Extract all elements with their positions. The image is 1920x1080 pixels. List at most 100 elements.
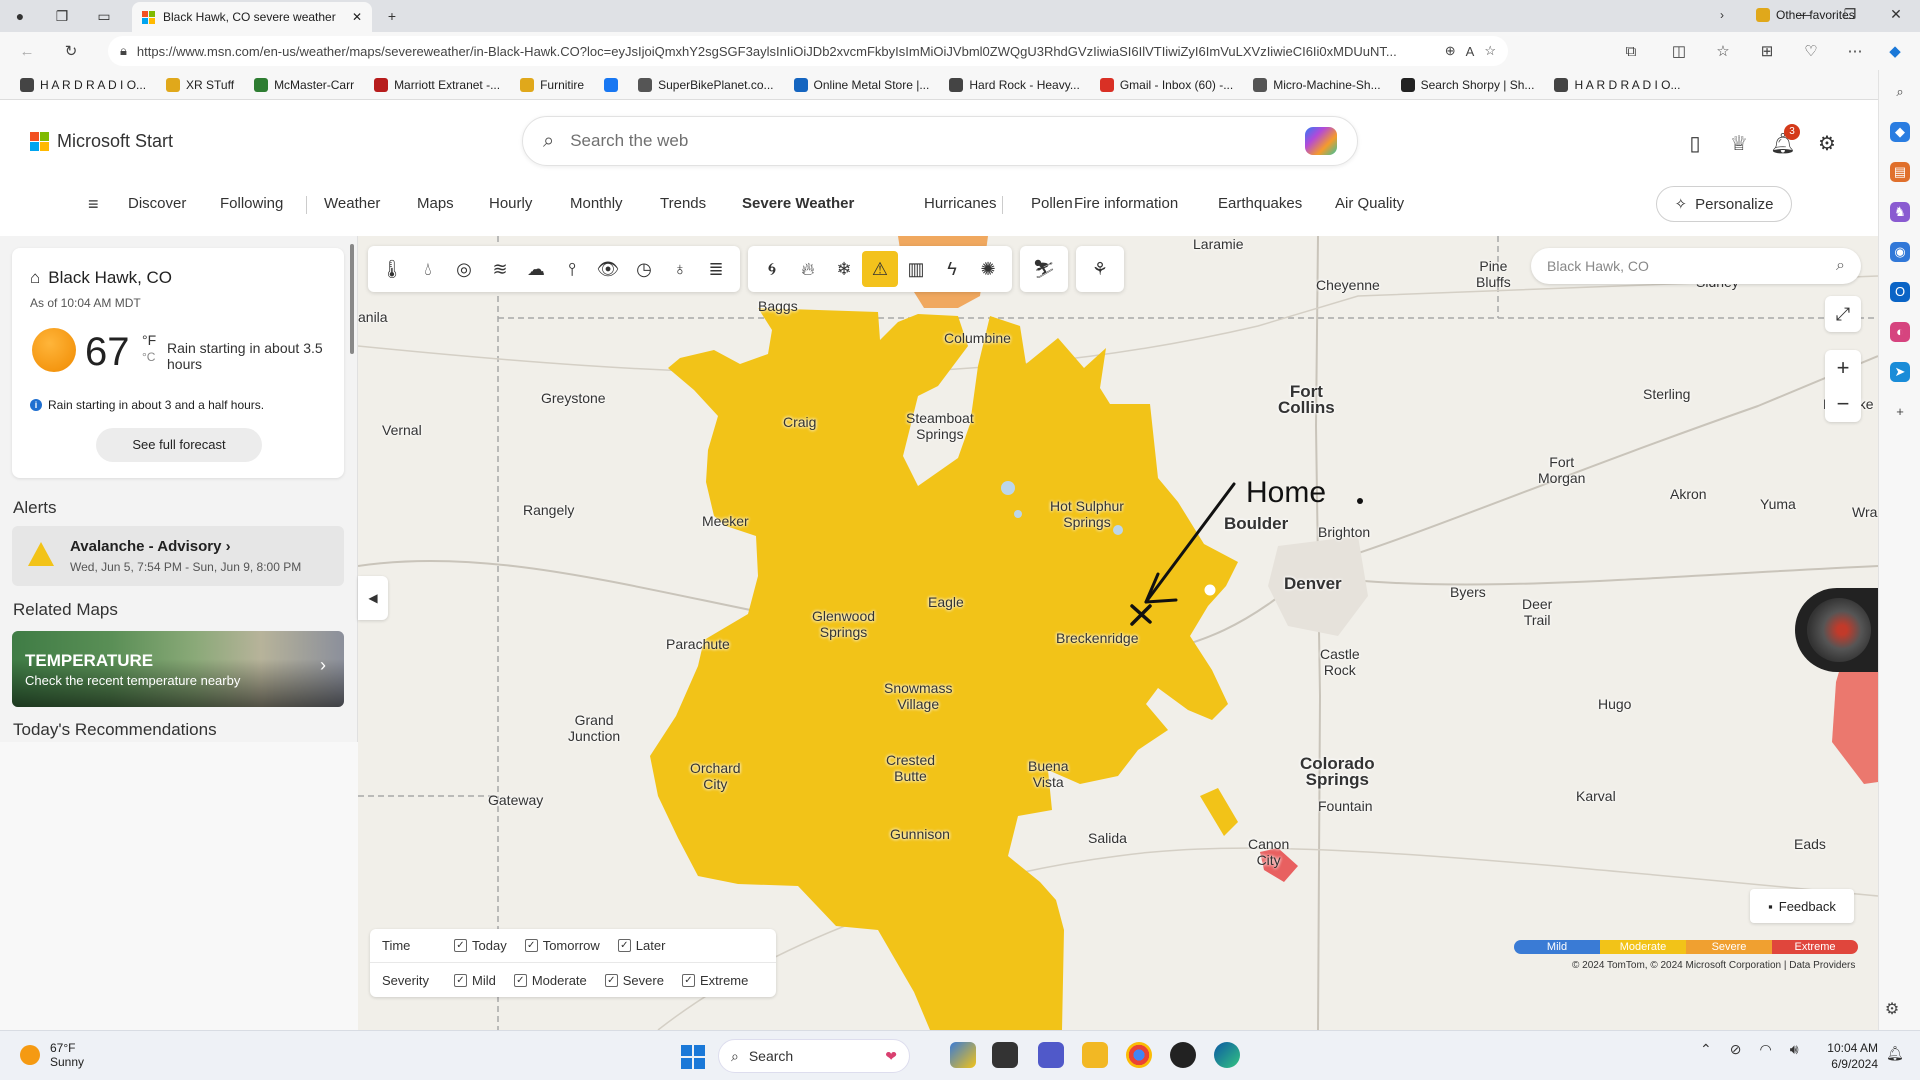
favorite-item[interactable]: Online Metal Store |... (786, 77, 938, 92)
time-later-checkbox[interactable]: ✓ Later (617, 938, 665, 953)
wind-layer-icon[interactable]: ≋ (482, 251, 518, 287)
sidebar-shopping-icon[interactable]: ◆ (1890, 122, 1910, 142)
url-field[interactable]: 🔒︎ https://www.msn.com/en-us/weather/map… (108, 36, 1508, 66)
feedback-button[interactable]: ▪ Feedback (1750, 889, 1854, 923)
browser-essentials-icon[interactable]: ♡ (1800, 41, 1822, 63)
new-tab-icon[interactable]: + (382, 6, 402, 26)
tray-wifi-icon[interactable]: ◠ (1759, 1041, 1771, 1058)
nav-item-monthly[interactable]: Monthly (570, 195, 623, 212)
sidebar-add-icon[interactable]: + (1890, 402, 1910, 422)
tab-actions-icon[interactable]: ▭ (94, 6, 114, 26)
nav-item-following[interactable]: Following (220, 195, 283, 212)
taskbar-file-explorer-icon[interactable] (1082, 1042, 1108, 1068)
fire-layer-icon[interactable]: 🔥︎ (790, 251, 826, 287)
sidebar-search-icon[interactable]: ⌕ (1890, 82, 1910, 102)
sidebar-designer-icon[interactable]: ◐ (1890, 322, 1910, 342)
tray-network-off-icon[interactable]: ⊘ (1730, 1041, 1742, 1058)
hurricane-layer-icon[interactable]: 🌀︎ (754, 251, 790, 287)
pressure-layer-icon[interactable]: ◷ (626, 251, 662, 287)
web-search-input[interactable] (570, 131, 1289, 151)
nav-item-earthquakes[interactable]: Earthquakes (1218, 195, 1302, 212)
severity-extreme-checkbox[interactable]: ✓ Extreme (681, 973, 748, 988)
page-settings-gear-icon[interactable]: ⚙ (1880, 998, 1904, 1022)
temperature-map-card[interactable]: TEMPERATURE Check the recent temperature… (12, 631, 344, 707)
browser-tab-active[interactable]: Black Hawk, CO severe weather ✕ (132, 2, 372, 32)
ski-layer-icon[interactable]: ⛷︎ (1026, 251, 1062, 287)
collections-icon[interactable]: ⊞ (1756, 41, 1778, 63)
personalize-button[interactable]: ✧ Personalize (1656, 186, 1792, 222)
sidebar-office-icon[interactable]: ◉ (1890, 242, 1910, 262)
taskbar-clock[interactable]: 10:04 AM 6/9/2024 (1820, 1040, 1878, 1072)
back-icon[interactable]: ← (16, 41, 38, 63)
fullscreen-icon[interactable]: ⤢ (1825, 296, 1861, 332)
taskbar-notification-icon[interactable]: 🔔︎ (1886, 1045, 1904, 1062)
favorite-item[interactable]: XR STuff (158, 77, 242, 92)
close-tab-icon[interactable]: ✕ (352, 10, 362, 24)
workspaces-icon[interactable]: ❐ (52, 6, 72, 26)
precipitation-layer-icon[interactable]: 💧︎ (410, 251, 446, 287)
favorite-item[interactable]: Search Shorpy | Sh... (1393, 77, 1543, 92)
radar-layer-icon[interactable]: ◎ (446, 251, 482, 287)
map-search-input[interactable] (1547, 258, 1837, 274)
zoom-icon[interactable]: ⊕ (1445, 43, 1456, 59)
taskbar-weather-widget[interactable]: 67°F Sunny (20, 1041, 84, 1069)
other-favorites-folder[interactable]: Other favorites (1756, 0, 1855, 30)
extensions-icon[interactable]: ⧉ (1620, 41, 1642, 63)
time-tomorrow-checkbox[interactable]: ✓ Tomorrow (524, 938, 600, 953)
copilot-sidebar-icon[interactable]: ◆ (1884, 41, 1906, 63)
black-hawk-marker[interactable] (1201, 581, 1219, 599)
taskbar-copilot-icon[interactable] (950, 1042, 976, 1068)
split-screen-icon[interactable]: ◫ (1668, 41, 1690, 63)
more-menu-icon[interactable]: ⋯ (1844, 41, 1866, 63)
agriculture-layer-icon[interactable]: ⚘ (1082, 251, 1118, 287)
severity-moderate-checkbox[interactable]: ✓ Moderate (513, 973, 587, 988)
severity-mild-checkbox[interactable]: ✓ Mild (454, 973, 496, 988)
favorite-item[interactable]: H A R D R A D I O... (1546, 77, 1688, 92)
location-name[interactable]: ⌂ Black Hawk, CO (30, 268, 172, 288)
taskbar-search-box[interactable]: ⌕ Search ❤ (718, 1039, 910, 1073)
nav-item-hourly[interactable]: Hourly (489, 195, 532, 212)
taskbar-edge-icon[interactable] (1214, 1042, 1240, 1068)
web-search-box[interactable]: ⌕ (522, 116, 1358, 166)
nav-item-fire-information[interactable]: Fire information (1074, 195, 1178, 212)
favorite-star-icon[interactable]: ☆ (1484, 43, 1496, 59)
start-button[interactable] (681, 1045, 705, 1069)
favorite-item[interactable] (596, 77, 626, 92)
time-today-checkbox[interactable]: ✓ Today (454, 938, 507, 953)
sidebar-games-icon[interactable]: ♞ (1890, 202, 1910, 222)
nav-item-hurricanes[interactable]: Hurricanes (924, 195, 997, 212)
floating-assistant-button[interactable] (1795, 588, 1878, 672)
severity-severe-checkbox[interactable]: ✓ Severe (604, 973, 664, 988)
air-quality-layer-icon[interactable]: ≣ (698, 251, 734, 287)
tray-volume-icon[interactable]: 🔊︎ (1790, 1041, 1799, 1058)
sidebar-outlook-icon[interactable]: O (1890, 282, 1910, 302)
settings-gear-icon[interactable]: ⚙ (1814, 131, 1840, 157)
nav-item-maps[interactable]: Maps (417, 195, 454, 212)
lightning-layer-icon[interactable]: ϟ (934, 251, 970, 287)
taskbar-task-view-icon[interactable] (992, 1042, 1018, 1068)
zoom-in-button[interactable]: + (1825, 350, 1861, 386)
collapse-panel-button[interactable]: ◀ (358, 576, 388, 620)
microsoft-start-logo[interactable]: Microsoft Start (30, 131, 173, 152)
taskbar-chrome-icon[interactable] (1126, 1042, 1152, 1068)
favorites-overflow-icon[interactable]: › (1720, 8, 1724, 22)
cloud-layer-icon[interactable]: ☁︎ (518, 251, 554, 287)
severe-weather-layer-icon[interactable]: ⚠ (862, 251, 898, 287)
favorite-item[interactable]: SuperBikePlanet.co... (630, 77, 781, 92)
see-full-forecast-button[interactable]: See full forecast (96, 428, 262, 462)
refresh-icon[interactable]: ↻ (60, 41, 82, 63)
copilot-icon[interactable] (1305, 127, 1337, 155)
favorite-item[interactable]: Hard Rock - Heavy... (941, 77, 1087, 92)
favorite-item[interactable]: Gmail - Inbox (60) -... (1092, 77, 1241, 92)
nav-item-pollen[interactable]: Pollen (1031, 195, 1073, 212)
tray-overflow-icon[interactable]: ⌃ (1700, 1041, 1712, 1058)
sidebar-tools-icon[interactable]: ▤ (1890, 162, 1910, 182)
rewards-icon[interactable]: ♕ (1726, 131, 1752, 157)
left-panel-scrollbar[interactable] (350, 244, 354, 354)
humidity-layer-icon[interactable]: ⫯ (554, 251, 590, 287)
mobile-app-icon[interactable]: ▯ (1682, 131, 1708, 157)
unit-fahrenheit-toggle[interactable]: °F (142, 332, 156, 348)
temperature-layer-icon[interactable]: 🌡︎ (374, 251, 410, 287)
severe-weather-map[interactable]: LaramieCheyennePineBluffsSidneyBaggsanil… (358, 236, 1878, 1030)
favorite-item[interactable]: McMaster-Carr (246, 77, 362, 92)
